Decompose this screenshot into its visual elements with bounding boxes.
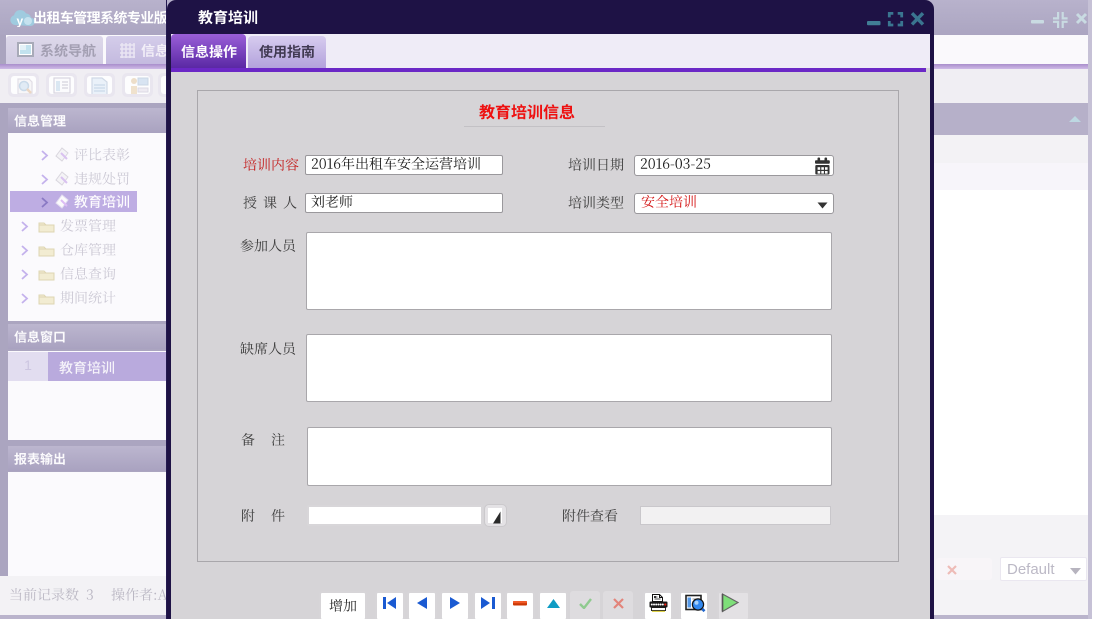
svg-text:y: y <box>17 14 24 27</box>
